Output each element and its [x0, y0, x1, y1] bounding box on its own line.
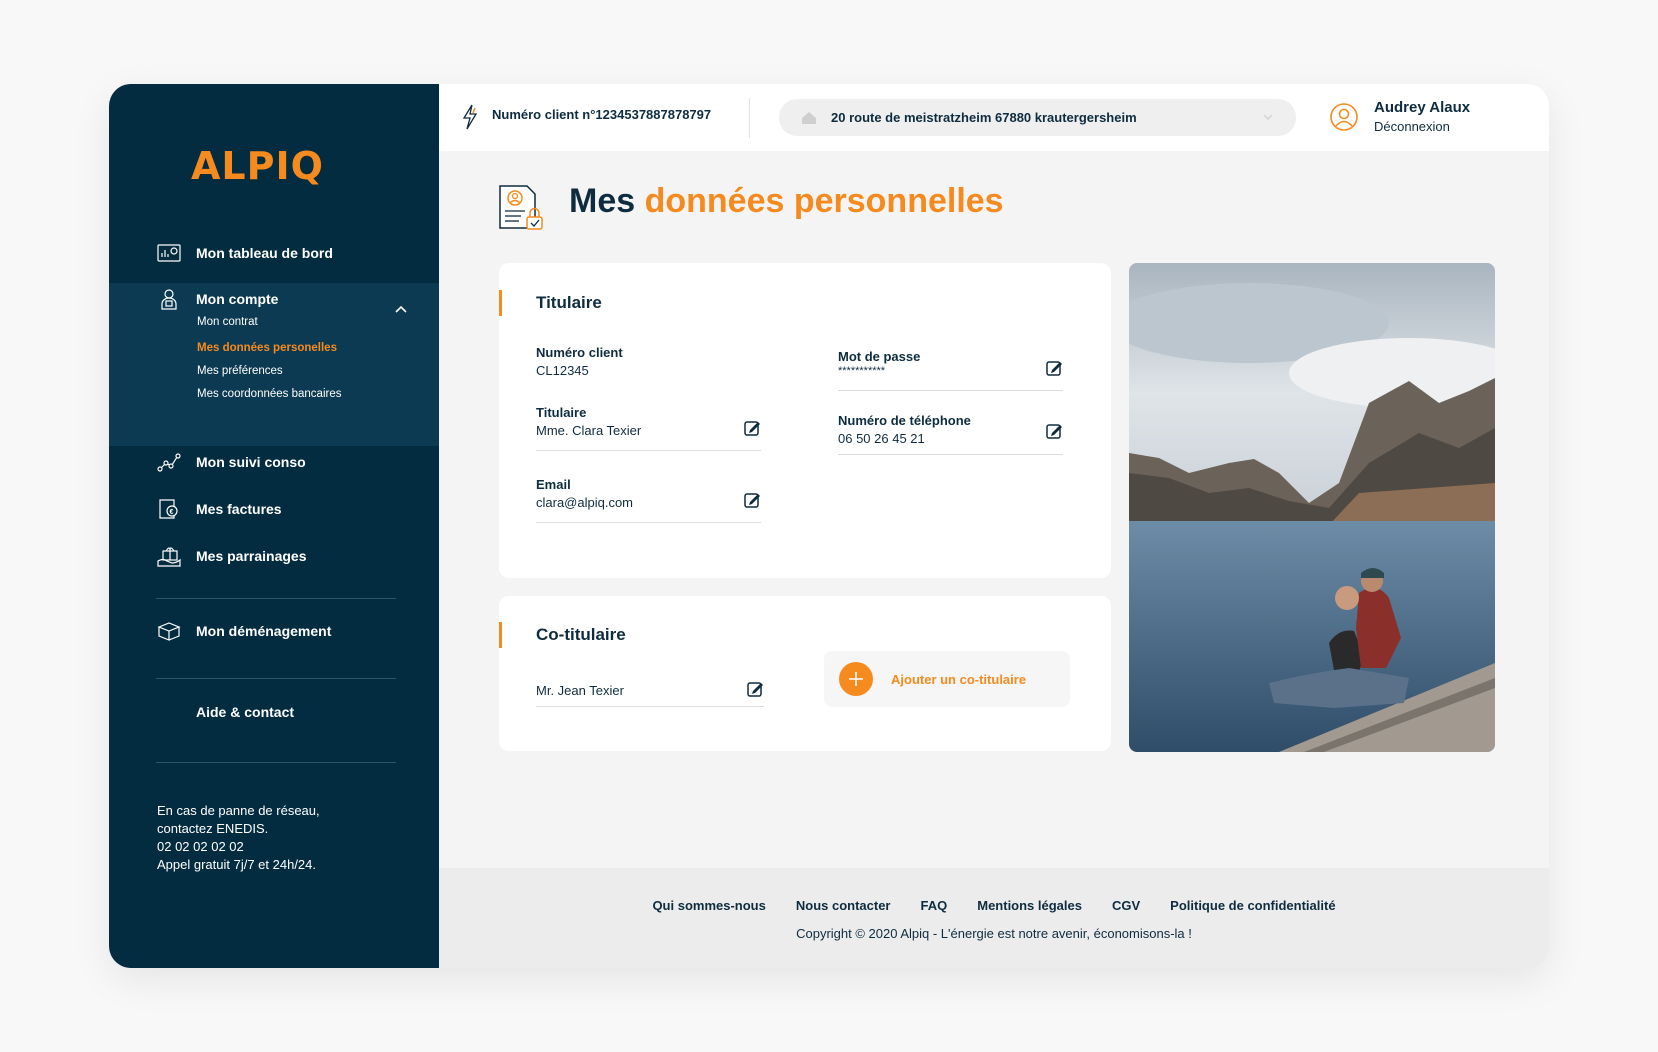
- copyright: Copyright © 2020 Alpiq - L'énergie est n…: [796, 926, 1192, 941]
- chart-line-icon: [156, 450, 182, 474]
- edit-phone-icon[interactable]: [1046, 422, 1063, 439]
- sidebar-item-dashboard[interactable]: Mon tableau de bord: [156, 241, 333, 265]
- sidebar-item-label: Mon compte: [196, 291, 279, 307]
- chevron-down-icon: [1263, 114, 1273, 121]
- client-number: Numéro client n°1234537887878797: [492, 107, 712, 122]
- invoice-icon: €: [156, 497, 182, 521]
- sidebar-subitem-contract[interactable]: Mon contrat: [197, 316, 258, 328]
- section-accent-bar: [499, 622, 502, 648]
- field-value: ***********: [838, 365, 886, 377]
- edit-holder-icon[interactable]: [744, 419, 761, 436]
- sidebar-item-label: Mes parrainages: [196, 548, 307, 564]
- gift-icon: [156, 544, 182, 568]
- address-selector[interactable]: 20 route de meistratzheim 67880 krauterg…: [779, 99, 1296, 136]
- header-divider: [749, 98, 750, 138]
- footer-link-cgv[interactable]: CGV: [1112, 898, 1140, 913]
- email-field: Email clara@alpiq.com: [536, 477, 761, 523]
- page-title: Mes données personnelles: [569, 182, 1004, 221]
- co-holder-field: Mr. Jean Texier: [536, 680, 764, 707]
- field-label: Email: [536, 477, 571, 492]
- top-header: Numéro client n°1234537887878797 20 rout…: [439, 84, 1549, 151]
- edit-co-holder-icon[interactable]: [747, 680, 764, 697]
- couple-lake-photo: [1129, 263, 1495, 752]
- edit-email-icon[interactable]: [744, 491, 761, 508]
- sidebar-item-label: Mon déménagement: [196, 623, 332, 639]
- app-window: ALPIQ Mon tableau de bord Mon compte Mon…: [109, 84, 1549, 968]
- divider: [156, 762, 396, 763]
- outage-phone: 02 02 02 02 02: [157, 839, 244, 854]
- address-value: 20 route de meistratzheim 67880 krauterg…: [831, 110, 1137, 125]
- plus-icon: [839, 662, 873, 696]
- logout-link[interactable]: Déconnexion: [1374, 119, 1450, 134]
- field-label: Mot de passe: [838, 349, 921, 364]
- sidebar-subitem-preferences[interactable]: Mes préférences: [197, 365, 283, 377]
- footer-links: Qui sommes-nous Nous contacter FAQ Menti…: [439, 898, 1549, 913]
- footer-link-about[interactable]: Qui sommes-nous: [652, 898, 765, 913]
- alpiq-logo: ALPIQ: [191, 144, 324, 188]
- add-co-holder-label: Ajouter un co-titulaire: [891, 671, 1027, 687]
- sidebar-item-consumption[interactable]: Mon suivi conso: [156, 450, 306, 474]
- co-holder-card: Co-titulaire Mr. Jean Texier Ajouter un …: [499, 596, 1111, 751]
- field-label: Titulaire: [536, 405, 587, 420]
- home-icon: [802, 111, 816, 124]
- page-title-highlight: données personnelles: [644, 182, 1004, 220]
- edit-password-icon[interactable]: [1046, 359, 1063, 376]
- outage-info: En cas de panne de réseau, contactez ENE…: [157, 802, 320, 874]
- sidebar-item-invoices[interactable]: € Mes factures: [156, 497, 282, 521]
- divider: [156, 678, 396, 679]
- sidebar-subitem-personal-data[interactable]: Mes données personelles: [197, 342, 337, 354]
- outage-info-line: En cas de panne de réseau,: [157, 803, 320, 818]
- footer: Qui sommes-nous Nous contacter FAQ Menti…: [439, 868, 1549, 968]
- divider: [156, 598, 396, 599]
- dashboard-icon: [156, 241, 182, 265]
- sidebar-item-referrals[interactable]: Mes parrainages: [156, 544, 307, 568]
- box-icon: [156, 619, 182, 643]
- footer-link-faq[interactable]: FAQ: [921, 898, 948, 913]
- sidebar-item-label: Mon suivi conso: [196, 454, 306, 470]
- sidebar-subitem-bank-details[interactable]: Mes coordonnées bancaires: [197, 388, 341, 400]
- field-label: Numéro de téléphone: [838, 413, 971, 428]
- holder-field: Titulaire Mme. Clara Texier: [536, 405, 761, 451]
- add-co-holder-button[interactable]: Ajouter un co-titulaire: [824, 651, 1070, 707]
- phone-field: Numéro de téléphone 06 50 26 45 21: [838, 413, 1063, 455]
- sidebar-item-label: Aide & contact: [196, 704, 295, 720]
- section-title: Co-titulaire: [536, 625, 626, 644]
- page-title-part: Mes: [569, 182, 645, 220]
- field-value: CL12345: [536, 363, 589, 378]
- password-field: Mot de passe ***********: [838, 349, 1063, 391]
- footer-link-legal[interactable]: Mentions légales: [977, 898, 1082, 913]
- footer-link-contact[interactable]: Nous contacter: [796, 898, 891, 913]
- chevron-up-icon[interactable]: [394, 302, 408, 316]
- sidebar: ALPIQ Mon tableau de bord Mon compte Mon…: [109, 84, 439, 968]
- account-icon: [156, 287, 182, 311]
- sidebar-item-account[interactable]: Mon compte: [156, 287, 278, 311]
- field-label: Numéro client: [536, 345, 623, 360]
- client-number-field: Numéro client CL12345: [536, 345, 761, 378]
- user-avatar-icon[interactable]: [1329, 102, 1359, 132]
- section-title: Titulaire: [536, 293, 602, 312]
- lightning-icon: [462, 104, 478, 130]
- field-value: Mme. Clara Texier: [536, 423, 642, 438]
- sidebar-item-help[interactable]: Aide & contact: [196, 704, 294, 720]
- user-name: Audrey Alaux: [1374, 99, 1471, 116]
- footer-link-privacy[interactable]: Politique de confidentialité: [1170, 898, 1335, 913]
- outage-info-line: Appel gratuit 7j/7 et 24h/24.: [157, 857, 317, 872]
- outage-info-line: contactez ENEDIS.: [157, 821, 269, 836]
- section-accent-bar: [499, 290, 502, 316]
- personal-data-icon: [499, 185, 543, 230]
- holder-card: Titulaire Numéro client CL12345 Titulair…: [499, 263, 1111, 578]
- field-value: clara@alpiq.com: [536, 495, 634, 510]
- field-value: Mr. Jean Texier: [536, 683, 624, 698]
- sidebar-item-moving[interactable]: Mon déménagement: [156, 619, 331, 643]
- sidebar-item-label: Mon tableau de bord: [196, 245, 333, 261]
- svg-text:€: €: [170, 509, 174, 516]
- field-value: 06 50 26 45 21: [838, 431, 925, 446]
- sidebar-item-label: Mes factures: [196, 501, 282, 517]
